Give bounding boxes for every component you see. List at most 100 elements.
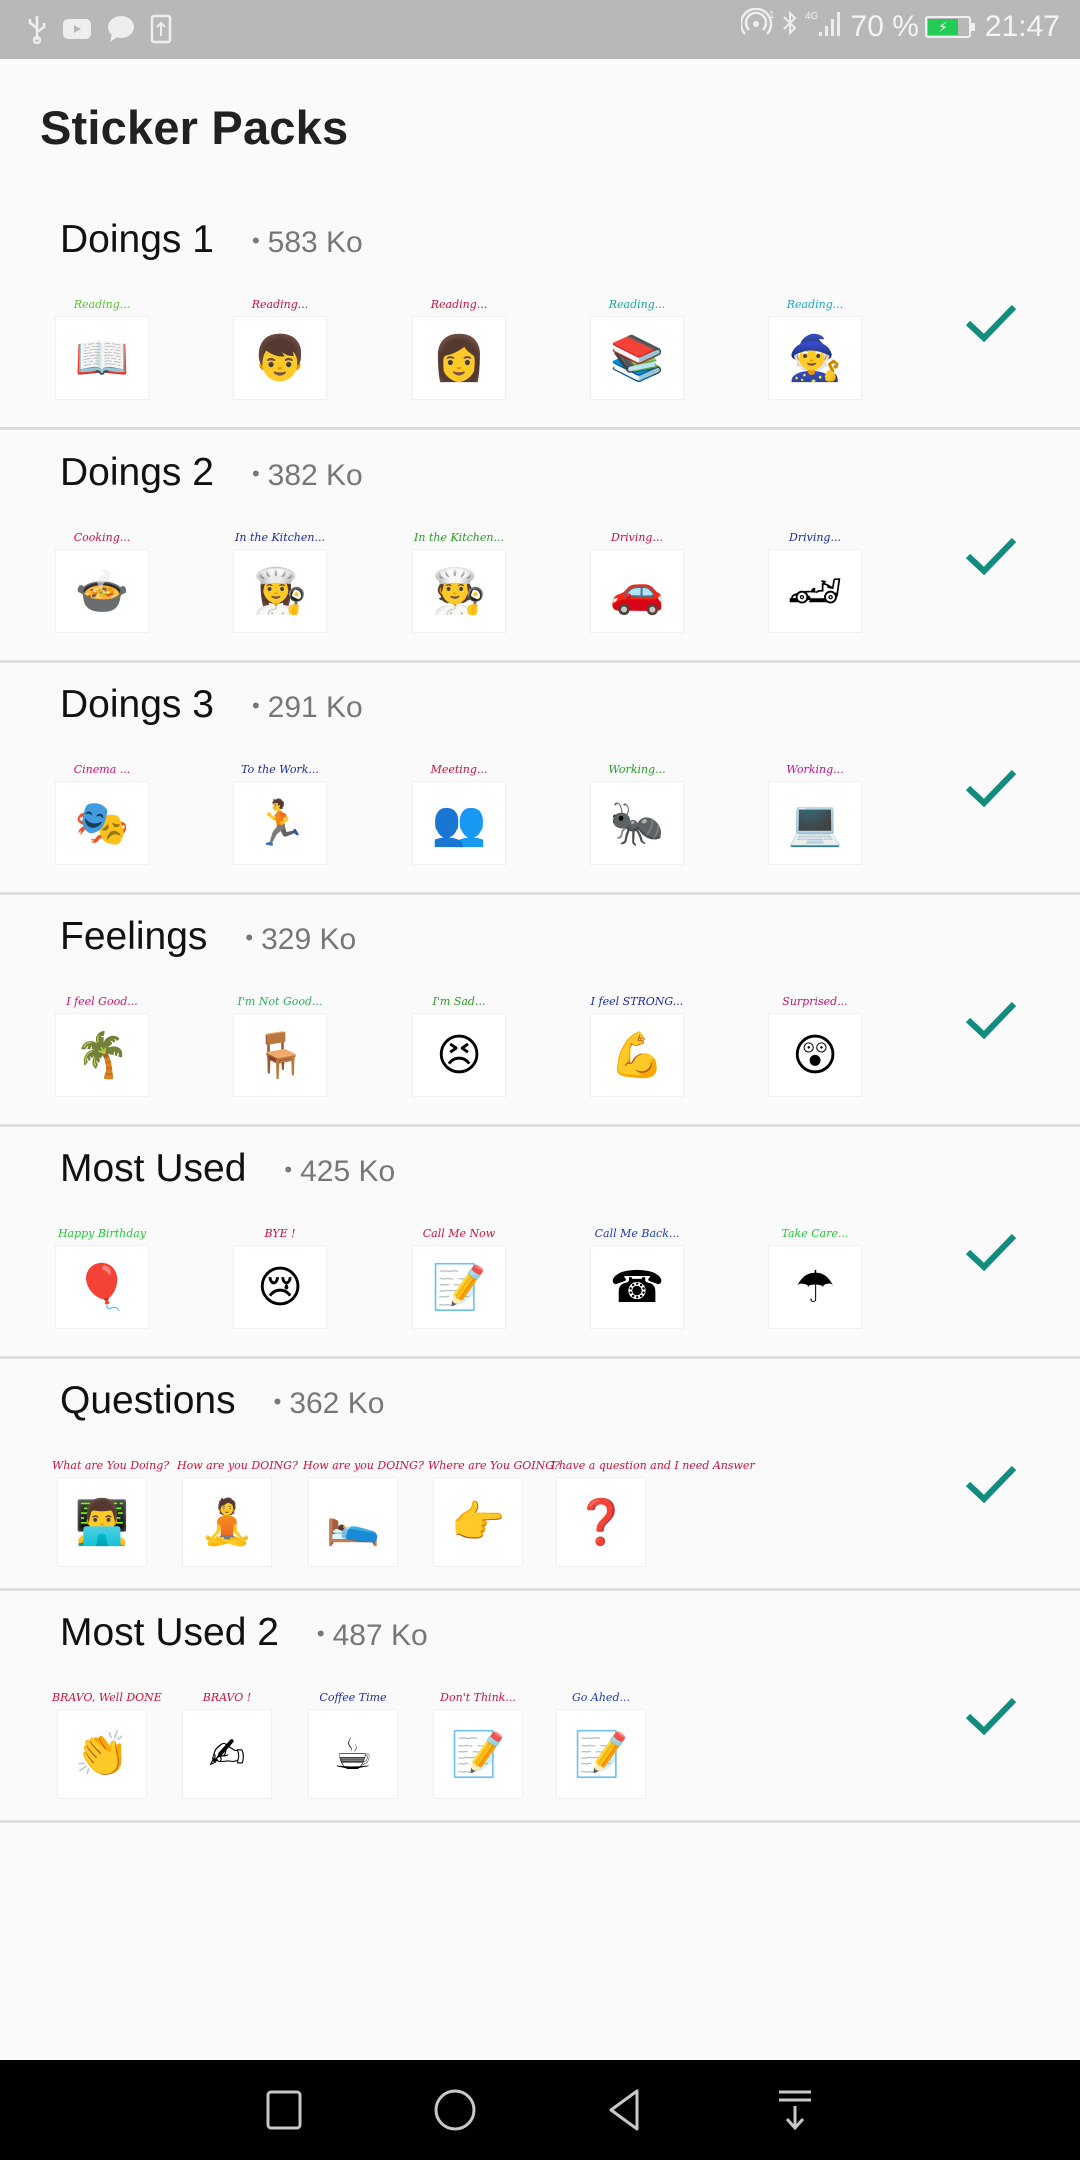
sticker-image: 🎭: [55, 781, 149, 865]
sticker-caption: What are You Doing?: [52, 1459, 170, 1472]
added-check-icon[interactable]: [960, 1686, 1020, 1746]
sticker-caption: Cinema ...: [73, 763, 131, 776]
pack-name: Doings 2: [60, 451, 214, 494]
pack-size: • 583 Ko: [252, 226, 363, 260]
sticker-preview: Cooking... 🍲: [52, 531, 152, 633]
sticker-preview: Cinema ... 🎭: [52, 763, 152, 865]
sticker-caption: How are you DOING?: [177, 1459, 298, 1472]
sticker-image: 🎈: [55, 1245, 149, 1329]
sticker-preview: Take Care... ☂: [765, 1227, 865, 1329]
notification-pulldown-button[interactable]: [767, 2082, 823, 2138]
sticker-preview: BYE ! 😢: [230, 1227, 330, 1329]
sticker-caption: I'm Sad...: [432, 995, 486, 1008]
sticker-caption: Coffee Time: [319, 1691, 387, 1704]
sticker-preview: To the Work... 🏃: [230, 763, 330, 865]
bluetooth-icon: [781, 8, 799, 46]
pack-name: Feelings: [60, 915, 208, 958]
battery-icon: ⚡: [924, 16, 975, 38]
pack-header: Doings 3 • 291 Ko: [60, 683, 363, 727]
sticker-pack-item[interactable]: Doings 1 • 583 Ko Reading... 📖 Reading... 👦 Rea…: [0, 198, 1080, 430]
bullet-separator: •: [273, 1389, 282, 1414]
sticker-image: 🧙: [768, 316, 862, 400]
sticker-caption: I'm Not Good...: [237, 995, 323, 1008]
circle-icon: [434, 2089, 476, 2131]
sticker-preview: Meeting... 👥: [409, 763, 509, 865]
pack-size-value: 583 Ko: [267, 226, 363, 259]
sticker-caption: Reading...: [786, 298, 844, 311]
sticker-preview: Coffee Time ☕: [303, 1691, 403, 1799]
sticker-image: 🏎: [768, 549, 862, 633]
page-title: Sticker Packs: [40, 101, 349, 154]
sticker-image: ☎: [590, 1245, 684, 1329]
bullet-separator: •: [316, 1621, 325, 1646]
back-button[interactable]: [597, 2082, 653, 2138]
sticker-caption: Reading...: [73, 298, 131, 311]
sticker-image: ☂: [768, 1245, 862, 1329]
upload-icon: [150, 14, 172, 49]
bullet-separator: •: [251, 693, 260, 718]
sticker-caption: Call Me Back...: [594, 1227, 680, 1240]
pack-header: Doings 1 • 583 Ko: [60, 218, 363, 262]
sticker-image: 🌴: [55, 1013, 149, 1097]
sticker-caption: Happy Birthday: [57, 1227, 147, 1240]
sticker-caption: Reading...: [430, 298, 488, 311]
signal-icon: 4G: [805, 8, 845, 46]
sticker-preview: Go Ahed... 📝: [551, 1691, 651, 1799]
sticker-pack-item[interactable]: Most Used • 425 Ko Happy Birthday 🎈 BYE ! 😢 Cal…: [0, 1127, 1080, 1359]
sticker-image: 👨‍💻: [57, 1477, 147, 1567]
pack-size: • 291 Ko: [252, 691, 363, 725]
added-check-icon[interactable]: [960, 526, 1020, 586]
sticker-image: 🍲: [55, 549, 149, 633]
status-bar-notifications: [26, 14, 172, 49]
added-check-icon[interactable]: [960, 990, 1020, 1050]
sticker-pack-item[interactable]: Feelings • 329 Ko I feel Good... 🌴 I'm Not Go…: [0, 895, 1080, 1127]
added-check-icon[interactable]: [960, 758, 1020, 818]
square-icon: [266, 2090, 302, 2130]
pack-header: Doings 2 • 382 Ko: [60, 451, 363, 495]
sticker-preview: Happy Birthday 🎈: [52, 1227, 152, 1329]
sticker-pack-item[interactable]: Most Used 2 • 487 Ko BRAVO, Well DONE 👏 BRAVO…: [0, 1591, 1080, 1823]
home-button[interactable]: [427, 2082, 483, 2138]
sticker-pack-item[interactable]: Doings 3 • 291 Ko Cinema ... 🎭 To the Work...…: [0, 663, 1080, 895]
pack-size: • 362 Ko: [274, 1387, 385, 1421]
sticker-caption: Cooking...: [73, 531, 131, 544]
pack-name: Questions: [60, 1379, 236, 1422]
sticker-caption: To the Work...: [241, 763, 319, 776]
sticker-caption: Working...: [608, 763, 666, 776]
sticker-image: 🛌: [308, 1477, 398, 1567]
added-check-icon[interactable]: [960, 1222, 1020, 1282]
sticker-preview: Reading... 🧙: [765, 298, 865, 400]
recents-button[interactable]: [256, 2082, 312, 2138]
sticker-pack-item[interactable]: Doings 2 • 382 Ko Cooking... 🍲 In the Kitchen…: [0, 431, 1080, 663]
sticker-pack-item[interactable]: Questions • 362 Ko What are You Doing? 👨‍💻 Ho…: [0, 1359, 1080, 1591]
battery-percent: 70 %: [850, 10, 919, 43]
sticker-image: 😲: [768, 1013, 862, 1097]
sticker-caption: Driving...: [789, 531, 841, 544]
sticker-image: ✍: [182, 1709, 272, 1799]
sticker-caption: In the Kitchen...: [235, 531, 325, 544]
sticker-image: 📝: [412, 1245, 506, 1329]
sticker-preview: Reading... 👩: [409, 298, 509, 400]
added-check-icon[interactable]: [960, 1454, 1020, 1514]
sticker-image: 🧑‍🍳: [412, 549, 506, 633]
sticker-preview: What are You Doing? 👨‍💻: [52, 1459, 170, 1567]
sticker-caption: In the Kitchen...: [414, 531, 504, 544]
pack-header: Questions • 362 Ko: [60, 1379, 384, 1423]
sticker-image: 🐜: [590, 781, 684, 865]
sticker-image: 👏: [57, 1709, 147, 1799]
sticker-caption: Driving...: [611, 531, 663, 544]
pack-name: Doings 3: [60, 683, 214, 726]
battery-charging-icon: ⚡: [927, 19, 958, 35]
pack-header: Most Used • 425 Ko: [60, 1147, 395, 1191]
sticker-caption: BRAVO, Well DONE: [52, 1691, 162, 1704]
sticker-caption: Reading...: [251, 298, 309, 311]
pack-name: Doings 1: [60, 218, 214, 261]
pack-size-value: 487 Ko: [332, 1619, 428, 1652]
pack-name: Most Used 2: [60, 1611, 279, 1654]
sticker-image: 🧘: [182, 1477, 272, 1567]
sticker-caption: I feel STRONG...: [590, 995, 684, 1008]
added-check-icon[interactable]: [960, 293, 1020, 353]
pack-name: Most Used: [60, 1147, 247, 1190]
sticker-preview: BRAVO ! ✍: [177, 1691, 277, 1799]
hotspot-icon: 1: [739, 7, 775, 46]
